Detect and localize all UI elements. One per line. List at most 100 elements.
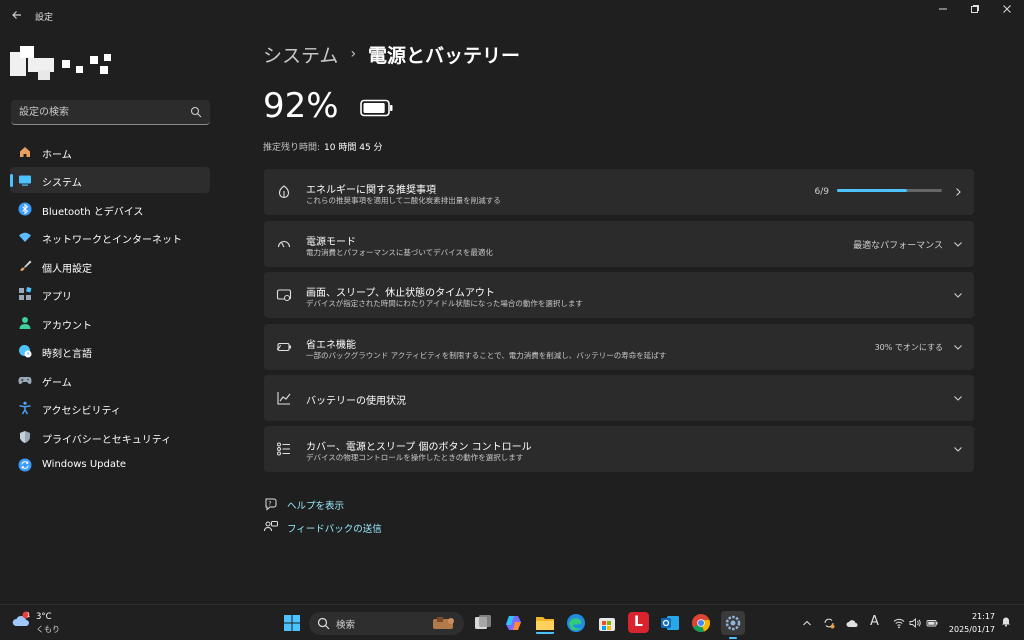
cloud-icon[interactable] bbox=[846, 617, 858, 629]
svg-text:?: ? bbox=[268, 501, 271, 508]
weather-condition: くもり bbox=[36, 625, 60, 634]
restore-icon bbox=[971, 5, 979, 13]
feedback-link-label[interactable]: フィードバックの送信 bbox=[287, 521, 382, 535]
breadcrumb-separator: › bbox=[350, 46, 357, 62]
sidebar-item-apps[interactable]: アプリ bbox=[10, 281, 210, 307]
power-mode-select[interactable]: 最適なパフォーマンス bbox=[853, 238, 943, 251]
sidebar-item-home[interactable]: ホーム bbox=[10, 139, 210, 165]
sidebar-item-label: プライバシーとセキュリティ bbox=[42, 435, 172, 446]
sidebar: ホーム システム Bluetooth とデバイス ネットワークとインターネット … bbox=[0, 34, 222, 604]
taskbar-search[interactable]: 検索 bbox=[309, 612, 464, 635]
sidebar-item-gaming[interactable]: ゲーム bbox=[10, 367, 210, 393]
card-screen-sleep-timeout[interactable]: 画面、スリープ、休止状態のタイムアウト デバイスが指定された時間にわたりアイドル… bbox=[264, 272, 974, 318]
task-view-icon[interactable] bbox=[472, 612, 494, 634]
file-explorer-icon[interactable] bbox=[534, 612, 556, 634]
gamepad-icon bbox=[18, 377, 32, 384]
chevron-down-icon bbox=[954, 396, 962, 401]
help-link-label[interactable]: ヘルプを表示 bbox=[287, 498, 344, 512]
search-highlight-icon bbox=[433, 617, 454, 629]
back-button[interactable] bbox=[8, 8, 26, 26]
sidebar-item-personalization[interactable]: 個人用設定 bbox=[10, 253, 210, 279]
card-power-mode[interactable]: 電源モード 電力消費とパフォーマンスに基づいてデバイスを最適化 最適なパフォーマ… bbox=[264, 221, 974, 267]
sidebar-item-privacy[interactable]: プライバシーとセキュリティ bbox=[10, 424, 210, 450]
sidebar-item-label: アカウント bbox=[42, 321, 92, 332]
battery-icon[interactable] bbox=[926, 617, 938, 629]
clock-time[interactable]: 21:17 bbox=[955, 612, 995, 621]
update-icon bbox=[18, 458, 32, 472]
chevron-down-icon bbox=[954, 293, 962, 298]
chevron-right-icon bbox=[956, 188, 961, 196]
sidebar-item-label: アクセシビリティ bbox=[42, 406, 121, 417]
sidebar-item-label: 個人用設定 bbox=[42, 264, 92, 275]
search-icon bbox=[317, 617, 330, 630]
sidebar-item-label: Windows Update bbox=[42, 459, 127, 470]
avatar[interactable] bbox=[8, 44, 118, 84]
weather-badge: 1 bbox=[26, 612, 31, 619]
settings-taskbar-button[interactable] bbox=[721, 611, 745, 639]
chrome-icon[interactable] bbox=[690, 612, 712, 634]
settings-icon bbox=[725, 615, 741, 631]
app-l-icon[interactable]: L bbox=[628, 612, 649, 633]
copilot-icon[interactable] bbox=[503, 612, 525, 634]
energy-saver-threshold: 30% でオンにする bbox=[874, 343, 943, 352]
sidebar-item-system[interactable]: システム bbox=[10, 167, 210, 193]
button-controls-icon bbox=[277, 442, 290, 456]
sidebar-item-accessibility[interactable]: アクセシビリティ bbox=[10, 395, 210, 421]
card-subtitle: デバイスの物理コントロールを操作したときの動作を選択します bbox=[306, 453, 524, 462]
close-button[interactable] bbox=[990, 0, 1024, 24]
wifi-icon[interactable] bbox=[893, 617, 905, 629]
sidebar-item-accounts[interactable]: アカウント bbox=[10, 310, 210, 336]
sidebar-item-bluetooth[interactable]: Bluetooth とデバイス bbox=[10, 196, 210, 222]
notification-bell-icon[interactable] bbox=[1000, 615, 1012, 627]
card-button-controls[interactable]: カバー、電源とスリープ 個のボタン コントロール デバイスの物理コントロールを操… bbox=[264, 426, 974, 472]
clock-date[interactable]: 2025/01/17 bbox=[945, 625, 995, 634]
active-app-indicator bbox=[729, 637, 737, 639]
account-icon bbox=[19, 317, 31, 329]
card-subtitle: 一部のバックグラウンド アクティビティを制限することで、電力消費を削減し、バッテ… bbox=[306, 351, 667, 360]
breadcrumb-parent[interactable]: システム bbox=[263, 41, 338, 68]
sync-icon[interactable] bbox=[823, 617, 835, 629]
search-icon bbox=[190, 106, 202, 118]
shield-icon bbox=[20, 431, 30, 443]
sidebar-item-label: ホーム bbox=[42, 150, 72, 161]
sidebar-item-network[interactable]: ネットワークとインターネット bbox=[10, 224, 210, 250]
minimize-button[interactable] bbox=[926, 0, 960, 24]
edge-icon[interactable] bbox=[565, 612, 587, 634]
outlook-icon[interactable] bbox=[659, 612, 681, 634]
card-energy-saver[interactable]: 省エネ機能 一部のバックグラウンド アクティビティを制限することで、電力消費を削… bbox=[264, 324, 974, 370]
sidebar-item-time-language[interactable]: 時刻と言語 bbox=[10, 338, 210, 364]
chart-line-icon bbox=[277, 392, 291, 405]
battery-icon bbox=[360, 99, 393, 117]
card-battery-usage[interactable]: バッテリーの使用状況 bbox=[264, 375, 974, 421]
sidebar-item-label: ネットワークとインターネット bbox=[42, 235, 182, 246]
card-title: エネルギーに関する推奨事項 bbox=[306, 185, 436, 196]
ime-indicator[interactable]: A bbox=[870, 614, 879, 629]
bluetooth-icon bbox=[18, 202, 32, 216]
chevron-up-icon[interactable] bbox=[801, 617, 813, 629]
card-title: 電源モード bbox=[306, 237, 356, 248]
globe-clock-icon bbox=[19, 345, 32, 358]
sidebar-item-label: アプリ bbox=[42, 292, 72, 303]
start-icon[interactable] bbox=[281, 612, 303, 634]
card-subtitle: デバイスが指定された時間にわたりアイドル状態になった場合の動作を選択します bbox=[306, 299, 583, 308]
volume-icon[interactable] bbox=[909, 617, 921, 629]
title-bar: 設定 bbox=[0, 0, 1024, 34]
screen-timeout-icon bbox=[276, 289, 292, 301]
card-subtitle: 電力消費とパフォーマンスに基づいてデバイスを最適化 bbox=[306, 248, 493, 257]
accessibility-icon bbox=[19, 401, 31, 415]
card-energy-recommendations[interactable]: エネルギーに関する推奨事項 これらの推奨事項を適用して二酸化炭素排出量を削減する… bbox=[264, 169, 974, 215]
apps-icon bbox=[19, 287, 32, 300]
store-icon[interactable] bbox=[596, 612, 618, 634]
sidebar-item-label: 時刻と言語 bbox=[42, 349, 92, 360]
taskbar: 1 3°C くもり 検索 L A 21:17 2025/01/17 bbox=[0, 604, 1024, 640]
app-title: 設定 bbox=[35, 13, 54, 23]
restore-button[interactable] bbox=[958, 0, 992, 24]
sidebar-item-label: システム bbox=[42, 178, 82, 189]
settings-search-input[interactable] bbox=[19, 100, 189, 124]
remaining-value: 10 時間 45 分 bbox=[324, 143, 383, 153]
settings-search[interactable] bbox=[11, 100, 210, 125]
battery-remaining: 推定残り時間: 10 時間 45 分 bbox=[263, 140, 383, 153]
sidebar-item-windows-update[interactable]: Windows Update bbox=[10, 452, 210, 478]
leaf-icon bbox=[278, 185, 290, 199]
card-title: 画面、スリープ、休止状態のタイムアウト bbox=[306, 288, 495, 299]
